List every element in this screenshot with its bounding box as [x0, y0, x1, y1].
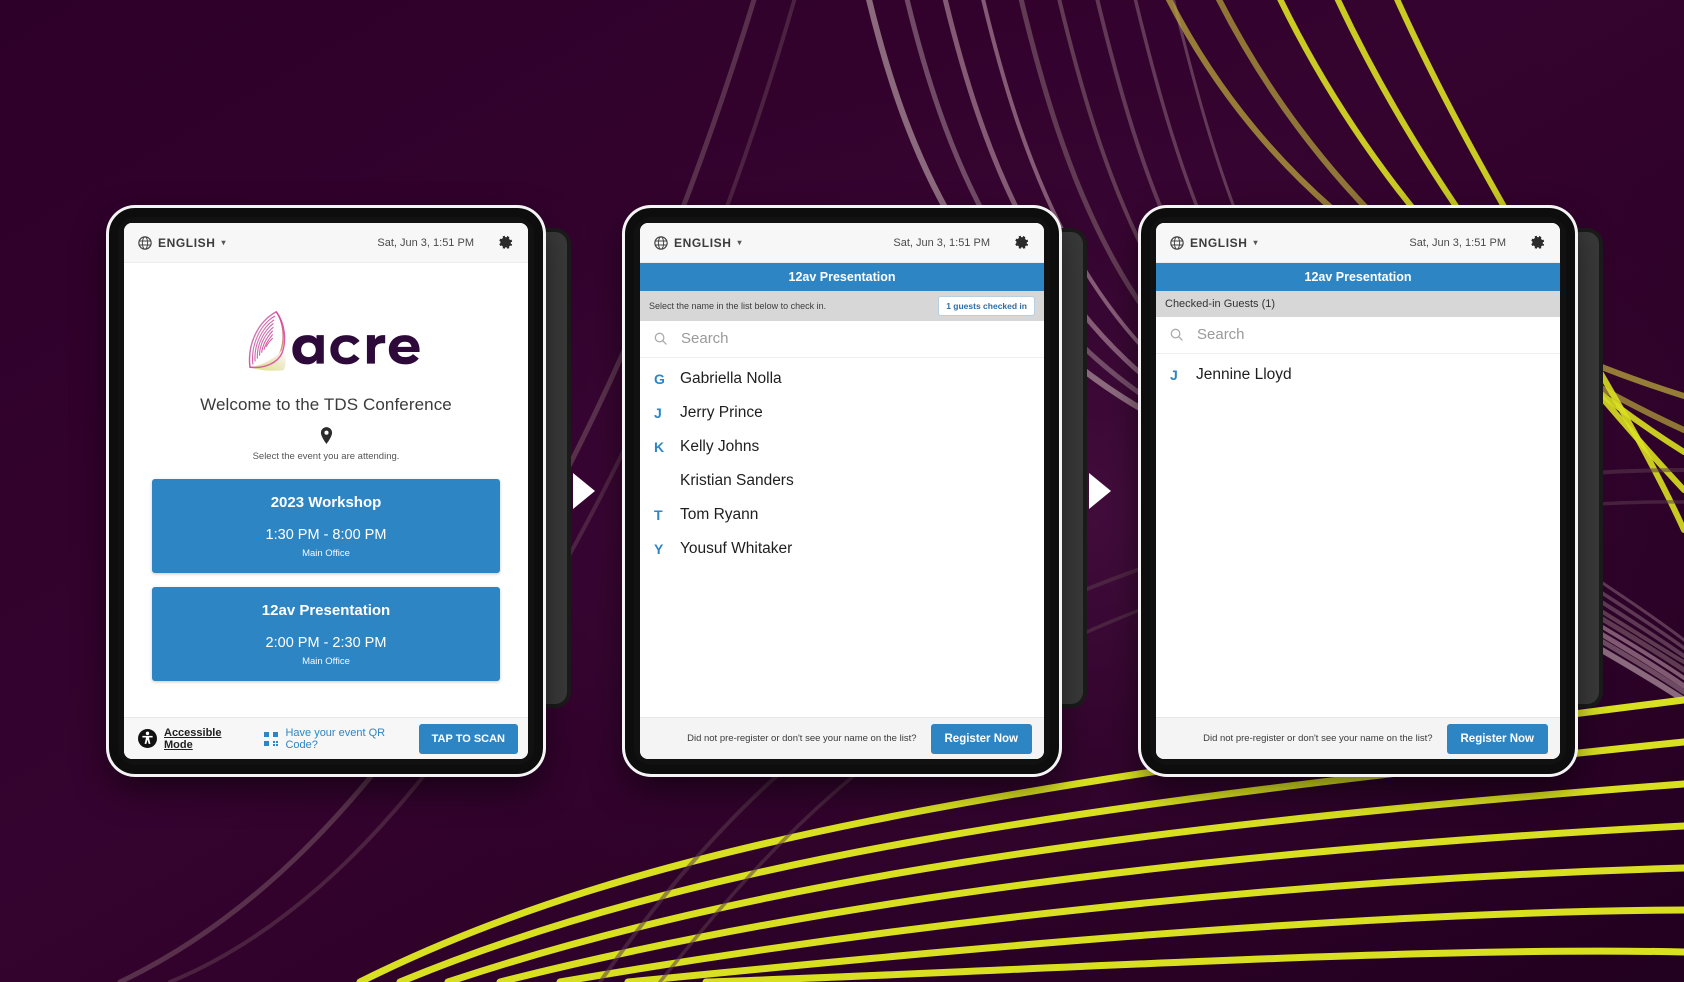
language-selector[interactable]: ENGLISH ▾ [138, 236, 226, 250]
checkin-list-screen: ENGLISH ▾ Sat, Jun 3, 1:51 PM 12av Prese… [640, 223, 1044, 759]
globe-icon [1170, 235, 1184, 250]
list-item[interactable]: G Gabriella Nolla [640, 362, 1044, 396]
flow-arrow-2 [1077, 471, 1123, 511]
language-label: ENGLISH [1190, 235, 1248, 250]
checkin-instruction-bar: Select the name in the list below to che… [640, 291, 1044, 321]
accessible-mode-label: Accessible Mode [164, 726, 222, 751]
register-now-button[interactable]: Register Now [1446, 723, 1548, 754]
acre-logo [248, 310, 420, 371]
location-pin-icon [320, 427, 332, 444]
tablet-frame: ENGLISH ▾ Sat, Jun 3, 1:51 PM Welcome to… [109, 208, 543, 774]
clock-label: Sat, Jun 3, 1:51 PM [1409, 236, 1506, 249]
search-row [640, 321, 1044, 358]
event-time: 1:30 PM - 8:00 PM [265, 527, 387, 543]
checked-in-guests-bar: Checked-in Guests (1) [1156, 291, 1560, 317]
flow-arrow-1 [561, 471, 607, 511]
guest-initial: J [654, 405, 662, 421]
event-title-bar: 12av Presentation [1156, 263, 1560, 291]
guest-initial: T [654, 507, 663, 523]
language-label: ENGLISH [674, 235, 732, 250]
select-event-hint: Select the event you are attending. [252, 451, 400, 462]
welcome-footer: Accessible Mode Have your event QR Code?… [124, 717, 528, 759]
play-arrow-icon [573, 473, 595, 509]
search-input[interactable] [1197, 326, 1546, 343]
guest-initial: K [654, 439, 665, 455]
event-card[interactable]: 2023 Workshop 1:30 PM - 8:00 PM Main Off… [152, 479, 500, 573]
accessible-mode-toggle[interactable]: Accessible Mode [138, 727, 244, 751]
register-prompt: Did not pre-register or don't see your n… [687, 733, 917, 744]
globe-icon [138, 235, 152, 250]
qr-prompt[interactable]: Have your event QR Code? [264, 727, 408, 751]
guest-name: Yousuf Whitaker [680, 540, 793, 557]
event-time: 2:00 PM - 2:30 PM [265, 635, 387, 651]
guest-initial: J [1170, 367, 1178, 383]
chevron-down-icon: ▾ [1253, 238, 1259, 247]
globe-icon [654, 235, 668, 250]
guest-name: Gabriella Nolla [680, 370, 782, 387]
clock-label: Sat, Jun 3, 1:51 PM [377, 236, 474, 249]
status-bar: ENGLISH ▾ Sat, Jun 3, 1:51 PM [1156, 223, 1560, 263]
register-now-button[interactable]: Register Now [930, 723, 1032, 754]
tablet-2-guest-list: ENGLISH ▾ Sat, Jun 3, 1:51 PM 12av Prese… [607, 208, 1087, 774]
chevron-down-icon: ▾ [737, 238, 743, 247]
language-selector[interactable]: ENGLISH ▾ [654, 236, 742, 250]
play-arrow-icon [1089, 473, 1111, 509]
list-item[interactable]: K Kelly Johns [640, 430, 1044, 464]
list-item[interactable]: J Jerry Prince [640, 396, 1044, 430]
tap-to-scan-button[interactable]: TAP TO SCAN [418, 723, 518, 754]
list-item[interactable]: Y Yousuf Whitaker [640, 532, 1044, 566]
event-room: Main Office [302, 548, 350, 559]
gear-icon[interactable] [1528, 234, 1546, 252]
qr-question-label: Have your event QR Code? [285, 726, 386, 751]
page-title: Welcome to the TDS Conference [200, 395, 452, 414]
tablet-frame: ENGLISH ▾ Sat, Jun 3, 1:51 PM 12av Prese… [1141, 208, 1575, 774]
search-input[interactable] [681, 330, 1030, 347]
language-label: ENGLISH [158, 235, 216, 250]
event-name: 2023 Workshop [270, 494, 382, 511]
checked-in-guests-title: Checked-in Guests (1) [1165, 298, 1276, 310]
welcome-body: Welcome to the TDS Conference Select the… [124, 263, 528, 717]
tablet-1-welcome: ENGLISH ▾ Sat, Jun 3, 1:51 PM Welcome to… [91, 208, 571, 774]
welcome-screen: ENGLISH ▾ Sat, Jun 3, 1:51 PM Welcome to… [124, 223, 528, 759]
search-icon [654, 332, 667, 345]
checked-in-screen: ENGLISH ▾ Sat, Jun 3, 1:51 PM 12av Prese… [1156, 223, 1560, 759]
event-room: Main Office [302, 656, 350, 667]
list-item[interactable]: Kristian Sanders [640, 464, 1044, 498]
gear-icon[interactable] [496, 234, 514, 252]
tablet-flow-stage: ENGLISH ▾ Sat, Jun 3, 1:51 PM Welcome to… [0, 0, 1684, 982]
list-item[interactable]: T Tom Ryann [640, 498, 1044, 532]
search-icon [1170, 328, 1183, 341]
list-item[interactable]: J Jennine Lloyd [1156, 358, 1560, 392]
status-bar: ENGLISH ▾ Sat, Jun 3, 1:51 PM [640, 223, 1044, 263]
guest-name: Tom Ryann [680, 506, 759, 523]
status-badge[interactable]: 1 guests checked in [938, 296, 1035, 316]
tablet-3-checked-in: ENGLISH ▾ Sat, Jun 3, 1:51 PM 12av Prese… [1123, 208, 1603, 774]
chevron-down-icon: ▾ [221, 238, 227, 247]
register-prompt: Did not pre-register or don't see your n… [1203, 733, 1433, 744]
guest-name: Jennine Lloyd [1196, 366, 1292, 383]
guest-list: G Gabriella Nolla J Jerry Prince K Kelly… [640, 358, 1044, 717]
event-title-bar: 12av Presentation [640, 263, 1044, 291]
guest-initial: G [654, 371, 665, 387]
guest-name: Kristian Sanders [680, 472, 794, 489]
event-name: 12av Presentation [261, 602, 391, 619]
status-bar: ENGLISH ▾ Sat, Jun 3, 1:51 PM [124, 223, 528, 263]
tablet-frame: ENGLISH ▾ Sat, Jun 3, 1:51 PM 12av Prese… [625, 208, 1059, 774]
checked-in-guest-list: J Jennine Lloyd [1156, 354, 1560, 717]
clock-label: Sat, Jun 3, 1:51 PM [893, 236, 990, 249]
language-selector[interactable]: ENGLISH ▾ [1170, 236, 1258, 250]
gear-icon[interactable] [1012, 234, 1030, 252]
checkin-instruction: Select the name in the list below to che… [649, 301, 827, 311]
qr-code-icon [264, 731, 279, 746]
event-list: 2023 Workshop 1:30 PM - 8:00 PM Main Off… [152, 479, 500, 681]
search-row [1156, 317, 1560, 354]
guest-name: Kelly Johns [680, 438, 760, 455]
guest-initial: Y [654, 541, 664, 557]
register-footer: Did not pre-register or don't see your n… [1156, 717, 1560, 759]
register-footer: Did not pre-register or don't see your n… [640, 717, 1044, 759]
event-card[interactable]: 12av Presentation 2:00 PM - 2:30 PM Main… [152, 587, 500, 681]
guest-name: Jerry Prince [680, 404, 763, 421]
accessibility-icon [138, 729, 157, 748]
